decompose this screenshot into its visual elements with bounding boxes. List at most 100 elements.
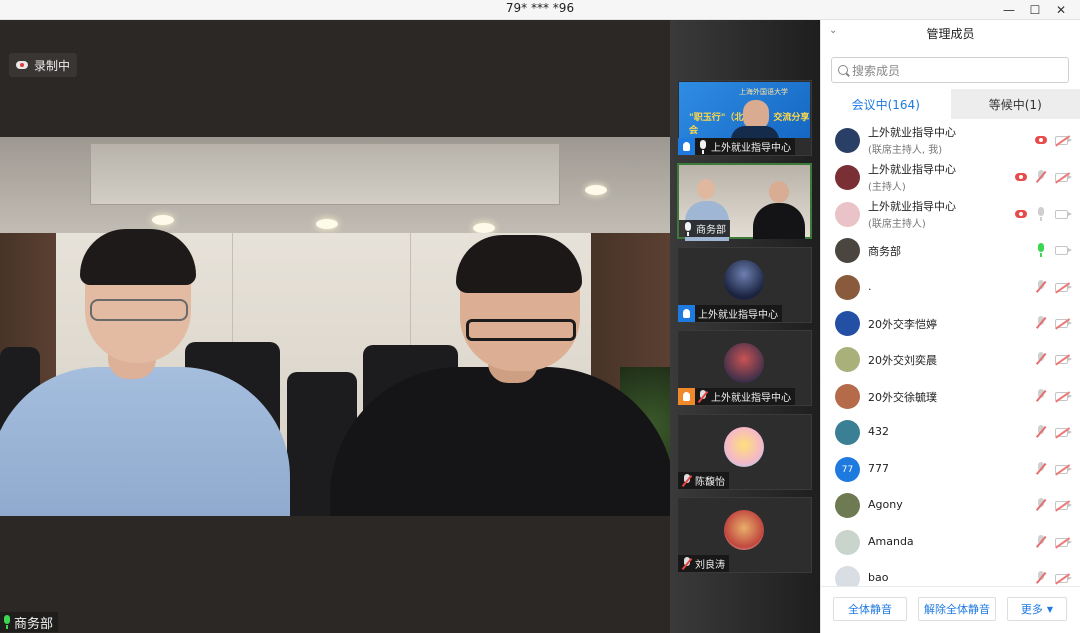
avatar bbox=[835, 347, 860, 372]
thumbnail-name: 上外就业指导中心 bbox=[711, 143, 791, 154]
mic-muted-icon[interactable] bbox=[1036, 352, 1046, 366]
camera-off-icon[interactable] bbox=[1054, 427, 1072, 437]
person-right-hair bbox=[456, 235, 582, 293]
more-button[interactable]: 更多 ▼ bbox=[1007, 597, 1067, 621]
mic-muted-icon[interactable] bbox=[1036, 571, 1046, 585]
recording-badge[interactable]: 录制中 bbox=[9, 53, 78, 77]
camera-off-icon[interactable] bbox=[1054, 537, 1072, 547]
member-row[interactable]: Agony bbox=[821, 487, 1080, 523]
ceiling-light bbox=[473, 223, 495, 233]
mic-muted-icon[interactable] bbox=[1036, 425, 1046, 439]
camera-off-icon[interactable] bbox=[1054, 318, 1072, 328]
member-row[interactable]: 20外交刘奕晨 bbox=[821, 341, 1080, 377]
member-row[interactable]: 77 777 bbox=[821, 451, 1080, 487]
search-icon bbox=[838, 65, 848, 75]
unmute-all-button[interactable]: 解除全体静音 bbox=[918, 597, 996, 621]
ceiling-light bbox=[585, 185, 607, 195]
search-input[interactable]: 搜索成员 bbox=[831, 57, 1069, 83]
slide-title-text: "职玉行"（北 交流分享会 bbox=[689, 113, 810, 136]
thumbnail-name: 上外就业指导中心 bbox=[698, 310, 778, 321]
member-list[interactable]: 上外就业指导中心 (联席主持人, 我) 上外就业指导中心 (主持人) 上外就业指… bbox=[821, 122, 1080, 586]
mic-muted-icon[interactable] bbox=[1036, 462, 1046, 476]
collapse-chevron-icon[interactable]: ⌄ bbox=[829, 25, 837, 36]
camera-off-icon[interactable] bbox=[1054, 172, 1072, 182]
member-row[interactable]: 20外交李恺婷 bbox=[821, 305, 1080, 341]
recording-label: 录制中 bbox=[34, 58, 71, 73]
shared-slide: 上海外国语大学 "职玉行"（北 交流分享会 bbox=[679, 82, 810, 140]
thumbnail-label: 上外就业指导中心 bbox=[678, 388, 795, 405]
camera-off-icon[interactable] bbox=[1054, 573, 1072, 583]
video-thumbnail-active[interactable]: 商务部 bbox=[677, 163, 812, 241]
mic-muted-icon[interactable] bbox=[1036, 389, 1046, 403]
member-row[interactable]: 上外就业指导中心 (联席主持人) bbox=[821, 196, 1080, 232]
camera-off-icon[interactable] bbox=[1054, 464, 1072, 474]
avatar bbox=[835, 238, 860, 263]
mic-muted-icon[interactable] bbox=[1036, 280, 1046, 294]
camera-off-icon[interactable] bbox=[1054, 500, 1072, 510]
speaker-name-badge: 商务部 bbox=[0, 612, 59, 632]
camera-off-icon[interactable] bbox=[1054, 135, 1072, 145]
camera-off-icon[interactable] bbox=[1054, 282, 1072, 292]
video-thumbnail[interactable]: 上海外国语大学 "职玉行"（北 交流分享会 上外就业指导中心 bbox=[677, 80, 812, 156]
thumbnail-label: 商务部 bbox=[679, 220, 730, 237]
ceiling-light bbox=[316, 219, 338, 229]
thumbnail-label: 陈馥怡 bbox=[678, 472, 729, 489]
video-thumbnail[interactable]: 上外就业指导中心 bbox=[677, 247, 812, 323]
mic-icon bbox=[683, 221, 693, 236]
host-icon bbox=[678, 138, 695, 155]
member-row[interactable]: 432 bbox=[821, 414, 1080, 450]
camera-off-icon[interactable] bbox=[1054, 391, 1072, 401]
mic-icon[interactable] bbox=[1036, 207, 1046, 221]
tab-waiting[interactable]: 等候中(1) bbox=[950, 89, 1080, 119]
member-row[interactable]: 商务部 bbox=[821, 232, 1080, 268]
thumbnail-name: 陈馥怡 bbox=[695, 477, 725, 488]
mic-muted-icon[interactable] bbox=[1036, 498, 1046, 512]
member-name: 777 bbox=[868, 462, 889, 475]
camera-icon[interactable] bbox=[1054, 245, 1072, 255]
mic-muted-icon bbox=[698, 389, 708, 404]
mic-active-icon bbox=[2, 615, 12, 629]
member-row[interactable]: bao bbox=[821, 560, 1080, 586]
camera-icon[interactable] bbox=[1054, 209, 1072, 219]
mic-muted-icon[interactable] bbox=[1036, 535, 1046, 549]
recording-icon bbox=[1015, 173, 1027, 181]
member-row[interactable]: 上外就业指导中心 (主持人) bbox=[821, 159, 1080, 195]
panel-footer: 全体静音 解除全体静音 更多 ▼ bbox=[821, 586, 1080, 633]
member-row[interactable]: 上外就业指导中心 (联席主持人, 我) bbox=[821, 122, 1080, 158]
video-thumbnail[interactable]: 刘良涛 bbox=[677, 497, 812, 573]
main-video-area[interactable]: 录制中 商务部 bbox=[0, 20, 670, 633]
minimize-button[interactable]: — bbox=[996, 0, 1022, 19]
member-name: 上外就业指导中心 bbox=[868, 200, 956, 213]
slide-logo-text: 上海外国语大学 bbox=[739, 88, 788, 96]
person-right-glasses bbox=[466, 319, 576, 341]
avatar bbox=[835, 165, 860, 190]
mute-all-button[interactable]: 全体静音 bbox=[833, 597, 907, 621]
tab-in-meeting[interactable]: 会议中(164) bbox=[821, 89, 951, 119]
thumbnail-name: 上外就业指导中心 bbox=[711, 393, 791, 404]
speaker-name: 商务部 bbox=[14, 616, 54, 632]
close-button[interactable]: ✕ bbox=[1048, 0, 1074, 19]
mic-active-icon[interactable] bbox=[1036, 243, 1046, 257]
member-row[interactable]: . bbox=[821, 269, 1080, 305]
mic-muted-icon[interactable] bbox=[1036, 170, 1046, 184]
camera-off-icon[interactable] bbox=[1054, 354, 1072, 364]
mic-muted-icon[interactable] bbox=[1036, 316, 1046, 330]
member-row[interactable]: 20外交徐毓璞 bbox=[821, 378, 1080, 414]
thumbnail-label: 上外就业指导中心 bbox=[678, 305, 782, 322]
member-name: Amanda bbox=[868, 535, 914, 548]
member-name: 432 bbox=[868, 425, 889, 438]
video-ceiling-panel bbox=[90, 143, 560, 205]
video-thumbnail[interactable]: 上外就业指导中心 bbox=[677, 330, 812, 406]
cohost-icon bbox=[678, 388, 695, 405]
video-thumbnail[interactable]: 陈馥怡 bbox=[677, 414, 812, 490]
avatar bbox=[835, 566, 860, 586]
member-role: (主持人) bbox=[868, 182, 906, 193]
manage-members-panel: ⌄ 管理成员 搜索成员 会议中(164) 等候中(1) 上外就业指导中心 (联席… bbox=[820, 20, 1080, 633]
title-bar: 79* *** *96 — ☐ ✕ bbox=[0, 0, 1080, 20]
member-name: 20外交李恺婷 bbox=[868, 318, 937, 331]
member-row[interactable]: Amanda bbox=[821, 524, 1080, 560]
maximize-button[interactable]: ☐ bbox=[1022, 0, 1048, 19]
member-name: 20外交刘奕晨 bbox=[868, 354, 937, 367]
ceiling-light bbox=[152, 215, 174, 225]
cloud-record-icon bbox=[16, 61, 28, 69]
